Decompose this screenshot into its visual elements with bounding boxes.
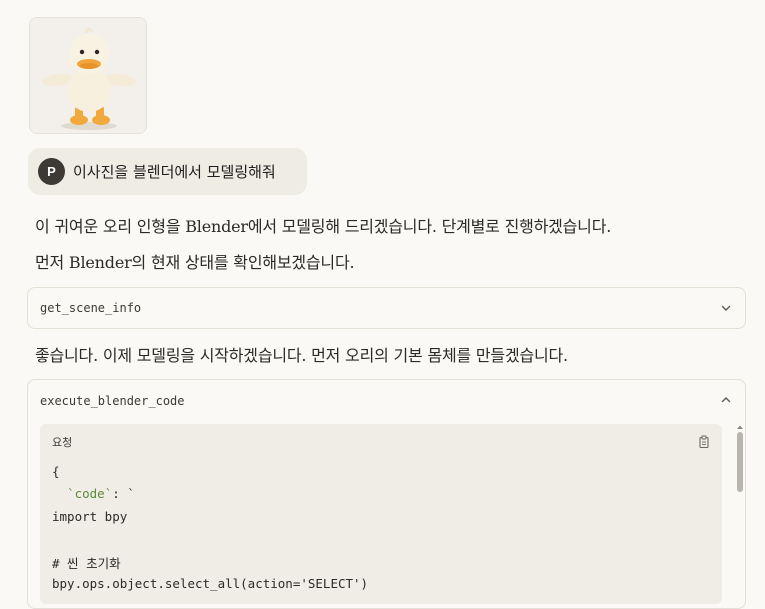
tool-call-name: execute_blender_code [40, 394, 185, 408]
code-punct: : ` [112, 486, 135, 501]
scrollbar-thumb[interactable] [737, 432, 743, 492]
code-key: `code` [67, 486, 113, 501]
request-label: 요청 [52, 436, 73, 449]
code-scrollbar[interactable] [736, 424, 744, 596]
code-line: { [52, 464, 60, 479]
code-request-panel: 요청 { `code`: ` import bpy # 씬 초기화 bpy.op… [40, 424, 722, 604]
code-line: `code`: ` [52, 486, 135, 501]
chevron-down-icon[interactable] [719, 301, 733, 315]
assistant-paragraph-1: 이 귀여운 오리 인형을 Blender에서 모델링해 드리겠습니다. 단계별로… [35, 217, 612, 236]
scroll-up-arrow-icon[interactable] [736, 424, 744, 430]
copy-icon[interactable] [698, 435, 710, 449]
tool-call-get-scene-info[interactable]: get_scene_info [27, 287, 746, 329]
tool-call-name: get_scene_info [40, 301, 142, 315]
attached-duck-image[interactable] [29, 17, 147, 134]
code-line: # 씬 초기화 [52, 556, 121, 571]
assistant-paragraph-2: 먼저 Blender의 현재 상태를 확인해보겠습니다. [35, 253, 355, 272]
assistant-paragraph-3: 좋습니다. 이제 모델링을 시작하겠습니다. 먼저 오리의 기본 몸체를 만들겠… [35, 346, 568, 365]
user-avatar[interactable]: P [38, 158, 65, 185]
user-message-bubble: P 이사진을 블렌더에서 모델링해줘 [28, 148, 307, 195]
duck-toy-picture [30, 18, 146, 133]
code-line: import bpy [52, 509, 128, 524]
code-line: bpy.ops.object.select_all(action='SELECT… [52, 576, 369, 591]
chevron-up-icon[interactable] [719, 393, 733, 407]
user-message-text: 이사진을 블렌더에서 모델링해줘 [73, 163, 276, 181]
